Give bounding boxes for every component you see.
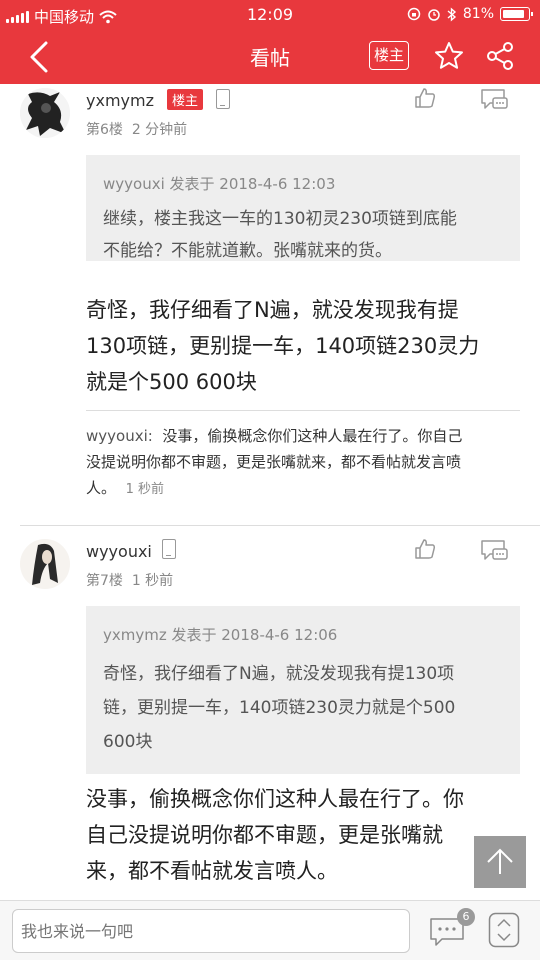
reply-author[interactable]: wyyouxi: — [86, 427, 153, 445]
floor-number: 第6楼 — [86, 122, 123, 138]
phone-icon — [216, 89, 230, 109]
post-meta: 第6楼 2 分钟前 — [86, 119, 187, 139]
quoted-post: yxmymz 发表于 2018-4-6 12:06 奇怪，我仔细看了N遍，就没发… — [86, 606, 520, 774]
thread-content[interactable]: yxmymz 楼主 第6楼 2 分钟前 wyyouxi 发表于 2018-4-6… — [0, 84, 540, 900]
comment-count-badge: 6 — [457, 908, 475, 926]
username[interactable]: yxmymz — [86, 91, 154, 110]
phone-icon — [162, 539, 176, 559]
rotation-lock-icon — [407, 7, 421, 21]
quote-meta: wyyouxi 发表于 2018-4-6 12:03 — [103, 175, 336, 193]
reply-icon[interactable] — [480, 88, 508, 110]
star-icon[interactable] — [433, 40, 465, 72]
quoted-post: wyyouxi 发表于 2018-4-6 12:03 继续，楼主我这一车的130… — [86, 155, 520, 261]
quote-line: 600块 — [103, 732, 153, 752]
sub-reply[interactable]: wyyouxi: 没事，偷换概念你们这种人最在行了。你自己 没提说明你都不审题，… — [86, 410, 520, 503]
body-line: 自己没提说明你都不审题，更是张嘴就 — [86, 823, 443, 847]
post-time: 1 秒前 — [131, 573, 174, 589]
post-meta: 第7楼 1 秒前 — [86, 570, 173, 590]
post-body: 奇怪，我仔细看了N遍，就没发现我有提 130项链，更别提一车，140项链230灵… — [86, 292, 520, 400]
comment-input[interactable] — [12, 909, 410, 953]
quote-line: 链，更别提一车，140项链230灵力就是个500 — [103, 698, 456, 718]
reply-icon[interactable] — [480, 539, 508, 561]
avatar[interactable] — [20, 539, 70, 589]
quote-text: 奇怪，我仔细看了N遍，就没发现我有提130项 链，更别提一车，140项链230灵… — [103, 657, 503, 759]
scroll-to-top-button[interactable] — [474, 836, 526, 888]
like-icon[interactable] — [414, 87, 436, 109]
bottom-bar — [0, 900, 540, 960]
reply-line: 没事，偷换概念你们这种人最在行了。你自己 — [162, 427, 463, 445]
body-line: 奇怪，我仔细看了N遍，就没发现我有提 — [86, 298, 459, 322]
avatar[interactable] — [20, 88, 70, 138]
quote-meta: yxmymz 发表于 2018-4-6 12:06 — [103, 626, 338, 644]
body-line: 130项链，更别提一车，140项链230灵力 — [86, 334, 480, 358]
reply-line: 没提说明你都不审题，更是张嘴就来，都不看帖就发言喷 — [86, 453, 462, 471]
quote-line: 继续，楼主我这一车的130初灵230项链到底能 — [103, 209, 457, 229]
quote-text: 继续，楼主我这一车的130初灵230项链到底能 不能给？不能就道歉。张嘴就来的货… — [103, 203, 503, 267]
post-time: 2 分钟前 — [131, 122, 188, 138]
reply-time: 1 秒前 — [125, 482, 164, 497]
body-line: 就是个500 600块 — [86, 370, 257, 394]
battery-icon — [500, 7, 533, 21]
floor-number: 第7楼 — [86, 573, 123, 589]
body-line: 来，都不看帖就发言喷人。 — [86, 859, 338, 883]
quote-line: 奇怪，我仔细看了N遍，就没发现我有提130项 — [103, 664, 455, 684]
status-bar: 中国移动 12:09 81% — [0, 0, 540, 30]
only-owner-button[interactable]: 楼主 — [369, 41, 409, 70]
quote-line: 不能给？不能就道歉。张嘴就来的货。 — [103, 241, 392, 261]
post-divider — [20, 525, 540, 526]
bluetooth-icon — [447, 6, 456, 22]
updown-icon[interactable] — [488, 912, 520, 948]
nav-bar: 看帖 楼主 — [0, 30, 540, 84]
alarm-icon — [428, 9, 440, 21]
owner-tag: 楼主 — [167, 89, 204, 110]
like-icon[interactable] — [414, 538, 436, 560]
share-icon[interactable] — [484, 40, 516, 72]
post-body: 没事，偷换概念你们这种人最在行了。你 自己没提说明你都不审题，更是张嘴就 来，都… — [86, 781, 520, 889]
reply-line: 人。 — [86, 479, 117, 497]
username[interactable]: wyyouxi — [86, 542, 152, 561]
body-line: 没事，偷换概念你们这种人最在行了。你 — [86, 787, 464, 811]
battery-percent: 81% — [462, 6, 494, 22]
arrow-up-icon — [487, 848, 513, 874]
